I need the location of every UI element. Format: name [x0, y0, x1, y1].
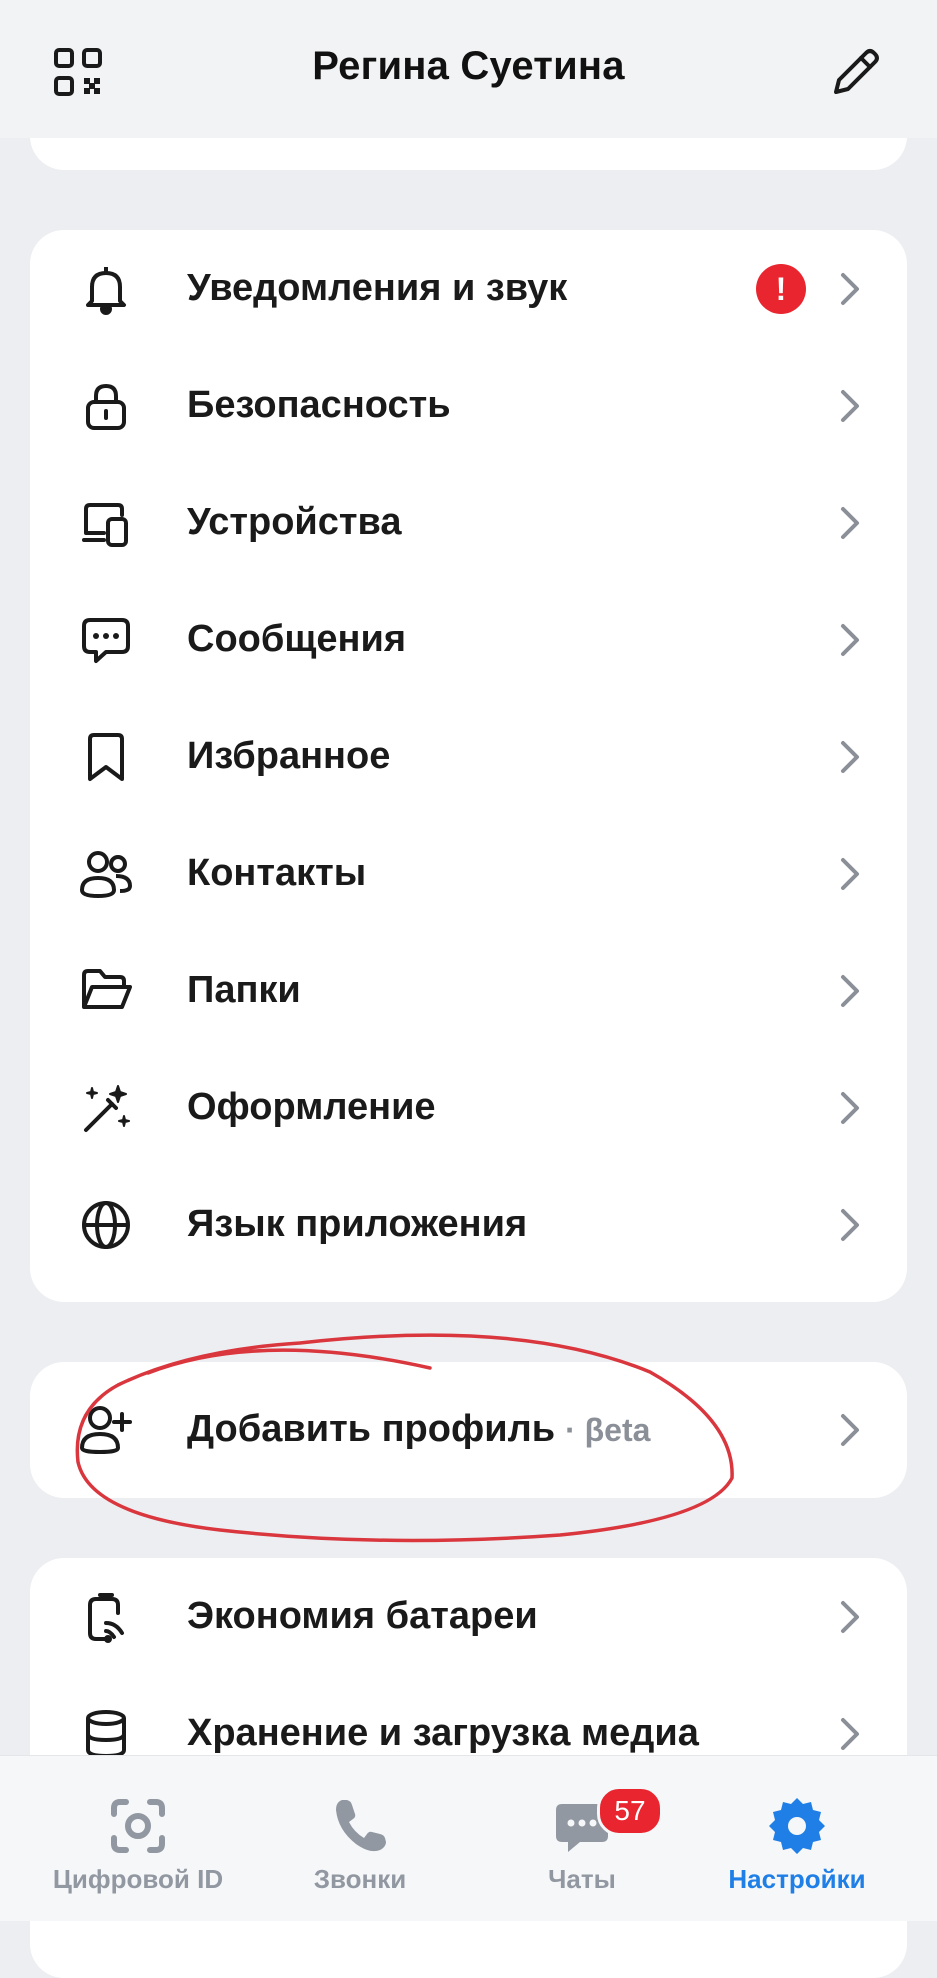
lock-icon	[78, 378, 134, 434]
chevron-right-icon	[830, 737, 870, 777]
chevron-right-icon	[830, 1088, 870, 1128]
chevron-right-icon	[830, 503, 870, 543]
bookmark-icon	[78, 729, 134, 785]
chevron-right-icon	[830, 1410, 870, 1450]
chevron-right-icon	[830, 854, 870, 894]
settings-item-notifications[interactable]: Уведомления и звук !	[30, 230, 907, 347]
tab-label: Настройки	[728, 1864, 866, 1894]
tab-digital-id[interactable]: Цифровой ID	[21, 1756, 255, 1921]
settings-item-label: Экономия батареи	[187, 1595, 538, 1637]
chevron-right-icon	[830, 1205, 870, 1245]
settings-item-language[interactable]: Язык приложения	[30, 1166, 907, 1283]
message-bubble-icon	[78, 612, 134, 668]
settings-item-label: Язык приложения	[187, 1203, 528, 1245]
settings-item-label: Устройства	[187, 501, 402, 543]
tab-settings[interactable]: Настройки	[680, 1756, 914, 1921]
chevron-right-icon	[830, 386, 870, 426]
settings-item-battery-saver[interactable]: Экономия батареи	[30, 1558, 907, 1675]
chevron-right-icon	[830, 971, 870, 1011]
beta-tag: · βeta	[565, 1412, 651, 1448]
settings-item-security[interactable]: Безопасность	[30, 347, 907, 464]
settings-item-appearance[interactable]: Оформление	[30, 1049, 907, 1166]
devices-icon	[78, 495, 134, 551]
settings-item-label: Избранное	[187, 735, 391, 777]
settings-item-label: Папки	[187, 969, 301, 1011]
tab-label: Цифровой ID	[52, 1864, 224, 1894]
tab-calls[interactable]: Звонки	[243, 1756, 477, 1921]
globe-icon	[78, 1197, 134, 1253]
battery-saver-icon	[78, 1589, 134, 1645]
add-profile-label: Добавить профиль	[187, 1408, 556, 1450]
tab-label: Чаты	[548, 1864, 616, 1894]
tab-chats[interactable]: 57 Чаты	[465, 1756, 699, 1921]
chevron-right-icon	[830, 620, 870, 660]
settings-item-messages[interactable]: Сообщения	[30, 581, 907, 698]
magic-wand-icon	[78, 1080, 134, 1136]
page-title: Регина Суетина	[312, 44, 625, 88]
phone-icon	[328, 1794, 392, 1858]
chevron-right-icon	[830, 1714, 870, 1754]
contacts-icon	[78, 846, 134, 902]
person-add-icon	[78, 1402, 134, 1458]
settings-item-label: Контакты	[187, 852, 367, 894]
settings-item-contacts[interactable]: Контакты	[30, 815, 907, 932]
settings-item-label: Уведомления и звук	[187, 267, 568, 309]
settings-item-label: Безопасность	[187, 384, 451, 426]
settings-item-devices[interactable]: Устройства	[30, 464, 907, 581]
add-profile-label-wrap: Добавить профиль · βeta	[187, 1371, 650, 1489]
alert-badge: !	[756, 264, 806, 314]
settings-item-favorites[interactable]: Избранное	[30, 698, 907, 815]
chevron-right-icon	[830, 269, 870, 309]
bell-icon	[78, 261, 134, 317]
settings-item-label: Оформление	[187, 1086, 436, 1128]
face-scan-icon	[106, 1794, 170, 1858]
chevron-right-icon	[830, 1597, 870, 1637]
add-profile-item[interactable]: Добавить профиль · βeta	[30, 1371, 907, 1488]
settings-item-label: Сообщения	[187, 618, 407, 660]
add-profile-card: Добавить профиль · βeta	[30, 1362, 907, 1498]
pencil-edit-icon[interactable]	[828, 44, 884, 100]
gear-icon	[765, 1794, 829, 1858]
top-bar: Регина Суетина	[0, 0, 937, 138]
bottom-tab-bar: Цифровой ID Звонки 57 Чаты Настройки	[0, 1755, 937, 1921]
storage-icon	[78, 1706, 134, 1762]
unread-count-badge: 57	[597, 1786, 663, 1836]
folder-icon	[78, 963, 134, 1019]
tab-label: Звонки	[313, 1864, 407, 1894]
settings-list: Уведомления и звук ! Безопасность Устрой…	[30, 230, 907, 1302]
settings-item-folders[interactable]: Папки	[30, 932, 907, 1049]
